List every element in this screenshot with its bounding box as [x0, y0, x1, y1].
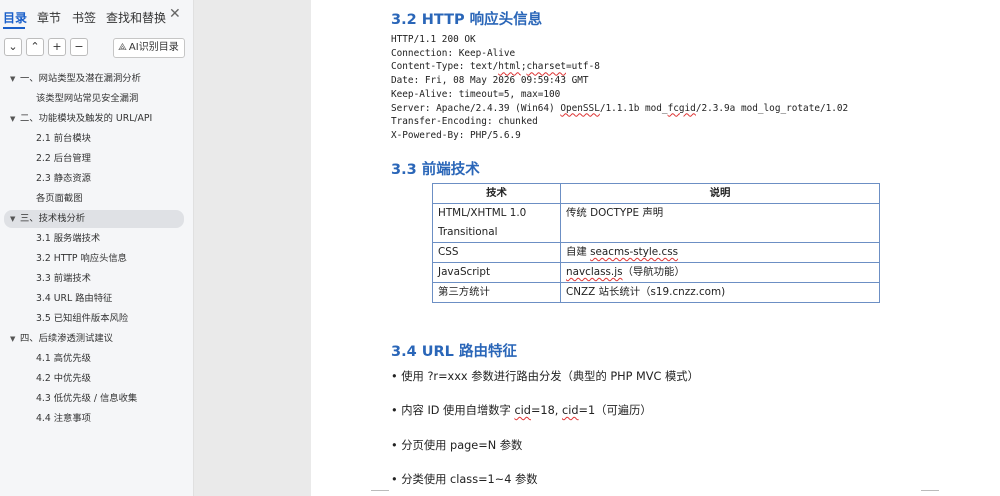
remove-heading-button[interactable]: −	[70, 38, 88, 56]
toc-item[interactable]: 4.1 高优先级	[36, 350, 216, 368]
toc-item[interactable]: 4.4 注意事项	[36, 410, 216, 428]
page-margin-marker	[371, 490, 389, 496]
active-tab-indicator	[3, 27, 25, 29]
toc-item[interactable]: 该类型网站常见安全漏洞	[36, 90, 216, 108]
toc-item[interactable]: 2.3 静态资源	[36, 170, 216, 188]
toc-item[interactable]: 3.5 已知组件版本风险	[36, 310, 216, 328]
toc-item[interactable]: ▼ 一、网站类型及潜在漏洞分析	[10, 70, 190, 88]
toc-item[interactable]: 2.1 前台模块	[36, 130, 216, 148]
toc-item[interactable]: 各页面截图	[36, 190, 216, 208]
table-row: 第三方统计 CNZZ 站长统计（s19.cnzz.com)	[432, 282, 880, 303]
toc-item[interactable]: ▼ 二、功能模块及触发的 URL/API	[10, 110, 190, 128]
table-cell: CNZZ 站长统计（s19.cnzz.com)	[560, 282, 880, 303]
bullet-item: • 使用 ?r=xxx 参数进行路由分发（典型的 PHP MVC 模式）	[391, 370, 699, 383]
toc-item-selected[interactable]: ▼ 三、技术栈分析	[4, 210, 184, 228]
toc-item[interactable]: ▼ 四、后续渗透测试建议	[10, 330, 190, 348]
table-cell: HTML/XHTML 1.0 Transitional	[432, 203, 561, 243]
tab-find-replace[interactable]: 查找和替换	[106, 9, 166, 26]
ai-recognize-label: AI识别目录	[128, 42, 179, 53]
toc-item[interactable]: 3.4 URL 路由特征	[36, 290, 216, 308]
ai-scan-icon: ⟁	[118, 42, 127, 53]
table-cell: navclass.js（导航功能）	[560, 262, 880, 283]
table-header-cell: 说明	[560, 183, 880, 204]
http-headers-block: HTTP/1.1 200 OK Connection: Keep-Alive C…	[391, 34, 849, 141]
tab-chapters[interactable]: 章节	[37, 9, 61, 26]
frontend-tech-table: 技术 说明 HTML/XHTML 1.0 Transitional 传统 DOC…	[432, 183, 880, 303]
table-row: CSS 自建 seacms-style.css	[432, 242, 880, 263]
heading-3-2: 3.2 HTTP 响应头信息	[391, 12, 543, 28]
expand-arrow-icon[interactable]: ▼	[10, 330, 20, 348]
expand-arrow-icon[interactable]: ▼	[10, 70, 20, 88]
table-cell: 传统 DOCTYPE 声明	[560, 203, 880, 243]
expand-arrow-icon[interactable]: ▼	[10, 110, 20, 128]
toc-item[interactable]: 3.1 服务端技术	[36, 230, 216, 248]
table-cell: 自建 seacms-style.css	[560, 242, 880, 263]
toc-item[interactable]: 4.3 低优先级 / 信息收集	[36, 390, 216, 408]
navigation-pane: 目录 章节 书签 查找和替换 ✕ ⌄ ⌃ + − ⟁ AI识别目录 ▼ 一、网站类型…	[0, 0, 194, 496]
toc-item[interactable]: 2.2 后台管理	[36, 150, 216, 168]
bullet-item: • 分页使用 page=N 参数	[391, 439, 523, 452]
collapse-all-button[interactable]: ⌄	[4, 38, 22, 56]
bullet-item: • 分类使用 class=1~4 参数	[391, 473, 538, 486]
table-header-cell: 技术	[432, 183, 561, 204]
page-margin-marker	[921, 490, 939, 496]
close-icon[interactable]: ✕	[169, 6, 181, 22]
tab-bookmarks[interactable]: 书签	[72, 9, 96, 26]
bullet-item: • 内容 ID 使用自增数字 cid=18, cid=1（可遍历）	[391, 404, 652, 417]
ai-recognize-toc-button[interactable]: ⟁ AI识别目录	[113, 38, 185, 58]
table-cell: 第三方统计	[432, 282, 561, 303]
table-row: HTML/XHTML 1.0 Transitional 传统 DOCTYPE 声…	[432, 203, 880, 243]
toc-item[interactable]: 3.3 前端技术	[36, 270, 216, 288]
add-heading-button[interactable]: +	[48, 38, 66, 56]
table-row: JavaScript navclass.js（导航功能）	[432, 262, 880, 283]
nav-tabs: 目录 章节 书签 查找和替换 ✕	[0, 0, 194, 34]
expand-all-button[interactable]: ⌃	[26, 38, 44, 56]
toc-toolbar: ⌄ ⌃ + − ⟁ AI识别目录	[0, 38, 194, 60]
heading-3-3: 3.3 前端技术	[391, 162, 480, 178]
heading-3-4: 3.4 URL 路由特征	[391, 344, 517, 360]
expand-arrow-icon[interactable]: ▼	[10, 210, 20, 228]
document-page[interactable]: 3.2 HTTP 响应头信息 HTTP/1.1 200 OK Connectio…	[311, 0, 1000, 496]
toc-item[interactable]: 3.2 HTTP 响应头信息	[36, 250, 216, 268]
table-cell: CSS	[432, 242, 561, 263]
toc-item[interactable]: 4.2 中优先级	[36, 370, 216, 388]
table-cell: JavaScript	[432, 262, 561, 283]
tab-toc[interactable]: 目录	[3, 9, 27, 26]
table-header-row: 技术 说明	[432, 183, 880, 204]
